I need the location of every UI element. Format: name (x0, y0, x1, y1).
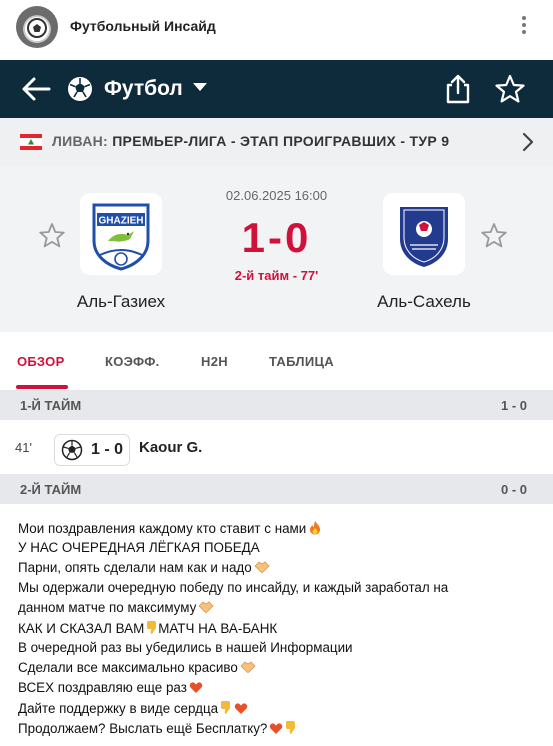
thumbs-down-icon (286, 721, 296, 734)
league-country: ЛИВАН: (52, 133, 108, 149)
match-status: 2-й тайм - 77' (234, 268, 319, 283)
channel-name[interactable]: Футбольный Инсайд (70, 18, 216, 34)
league-name: ПРЕМЬЕР-ЛИГА - ЭТАП ПРОИГРАВШИХ - ТУР 9 (112, 133, 450, 149)
event-score-pill: 1 - 0 (54, 434, 130, 466)
heart-icon (189, 682, 203, 693)
football-icon (68, 77, 92, 101)
message-line: КАК И СКАЗАЛ ВАМ МАТЧ НА ВА-БАНК (18, 621, 278, 636)
message-line: У НАС ОЧЕРЕДНАЯ ЛЁГКАЯ ПОБЕДА (18, 540, 260, 555)
handshake-icon (254, 561, 270, 573)
section-title: 1-Й ТАЙМ (20, 398, 82, 413)
goal-event[interactable]: 41' 1 - 0 Kaour G. (0, 420, 553, 474)
match-score: 1-0 (241, 214, 312, 261)
away-team-name[interactable]: Аль-Сахель (324, 292, 524, 312)
event-minute: 41' (15, 440, 32, 455)
app-bar: Футбол (0, 60, 553, 118)
message-line: Мы одержали очередную победу по инсайду,… (18, 580, 449, 595)
second-half-header: 2-Й ТАЙМ 0 - 0 (0, 474, 553, 504)
heart-icon (234, 703, 248, 714)
back-arrow-icon[interactable] (20, 74, 52, 104)
tab-overview[interactable]: ОБЗОР (17, 354, 65, 369)
message-line: данном матче по максимуму (18, 600, 214, 615)
section-title: 2-Й ТАЙМ (20, 482, 82, 497)
event-player[interactable]: Kaour G. (139, 439, 202, 456)
home-team-name[interactable]: Аль-Газиех (21, 292, 221, 312)
handshake-icon (240, 661, 256, 673)
more-vertical-icon[interactable] (513, 14, 535, 36)
fire-icon (310, 521, 321, 535)
active-tab-indicator (16, 385, 68, 389)
away-team-logo[interactable] (383, 193, 465, 275)
tab-odds[interactable]: КОЭФФ. (105, 354, 160, 369)
chevron-right-icon[interactable] (521, 131, 535, 153)
heart-icon (270, 723, 283, 734)
share-icon[interactable] (444, 73, 472, 105)
match-header: GHAZIEH Аль-Газиех 02.06.2025 16:00 1-0 … (0, 166, 553, 332)
sport-title[interactable]: Футбол (104, 77, 183, 101)
league-row[interactable]: ЛИВАН: ПРЕМЬЕР-ЛИГА - ЭТАП ПРОИГРАВШИХ -… (0, 118, 553, 166)
message-line: Сделали все максимально красиво (18, 660, 256, 675)
sahel-crest-icon (400, 207, 448, 267)
match-tabs: ОБЗОР КОЭФФ. H2H ТАБЛИЦА (0, 332, 553, 390)
channel-avatar[interactable] (16, 6, 58, 48)
lebanon-flag-icon (20, 134, 42, 150)
message-line: В очередной раз вы убедились в нашей Инф… (18, 640, 353, 655)
event-score: 1 - 0 (91, 441, 124, 458)
star-icon[interactable] (494, 73, 526, 105)
message-line: Продолжаем? Выслать ещё Бесплатку? (18, 720, 297, 736)
football-goal-icon (61, 439, 83, 461)
message-line: Мои поздравления каждому кто ставит с на… (18, 520, 322, 536)
channel-header: Футбольный Инсайд (0, 0, 553, 56)
message-line: Парни, опять сделали нам как и надо (18, 560, 270, 575)
thumbs-down-icon (221, 701, 231, 714)
tab-table[interactable]: ТАБЛИЦА (269, 354, 334, 369)
handshake-icon (198, 601, 214, 613)
message-line: ВСЕХ поздравляю еще раз (18, 680, 203, 695)
chevron-down-icon[interactable] (193, 83, 207, 91)
message-line: Дайте поддержку в виде сердца (18, 700, 248, 716)
favorite-away-star-icon[interactable] (480, 222, 508, 250)
section-score: 1 - 0 (500, 398, 527, 413)
match-datetime: 02.06.2025 16:00 (225, 188, 328, 203)
first-half-header: 1-Й ТАЙМ 1 - 0 (0, 390, 553, 420)
league-label: ЛИВАН: ПРЕМЬЕР-ЛИГА - ЭТАП ПРОИГРАВШИХ -… (52, 133, 449, 149)
channel-message: Мои поздравления каждому кто ставит с на… (0, 514, 553, 746)
thumbs-down-icon (147, 621, 157, 634)
section-score: 0 - 0 (500, 482, 527, 497)
tab-h2h[interactable]: H2H (201, 354, 228, 369)
